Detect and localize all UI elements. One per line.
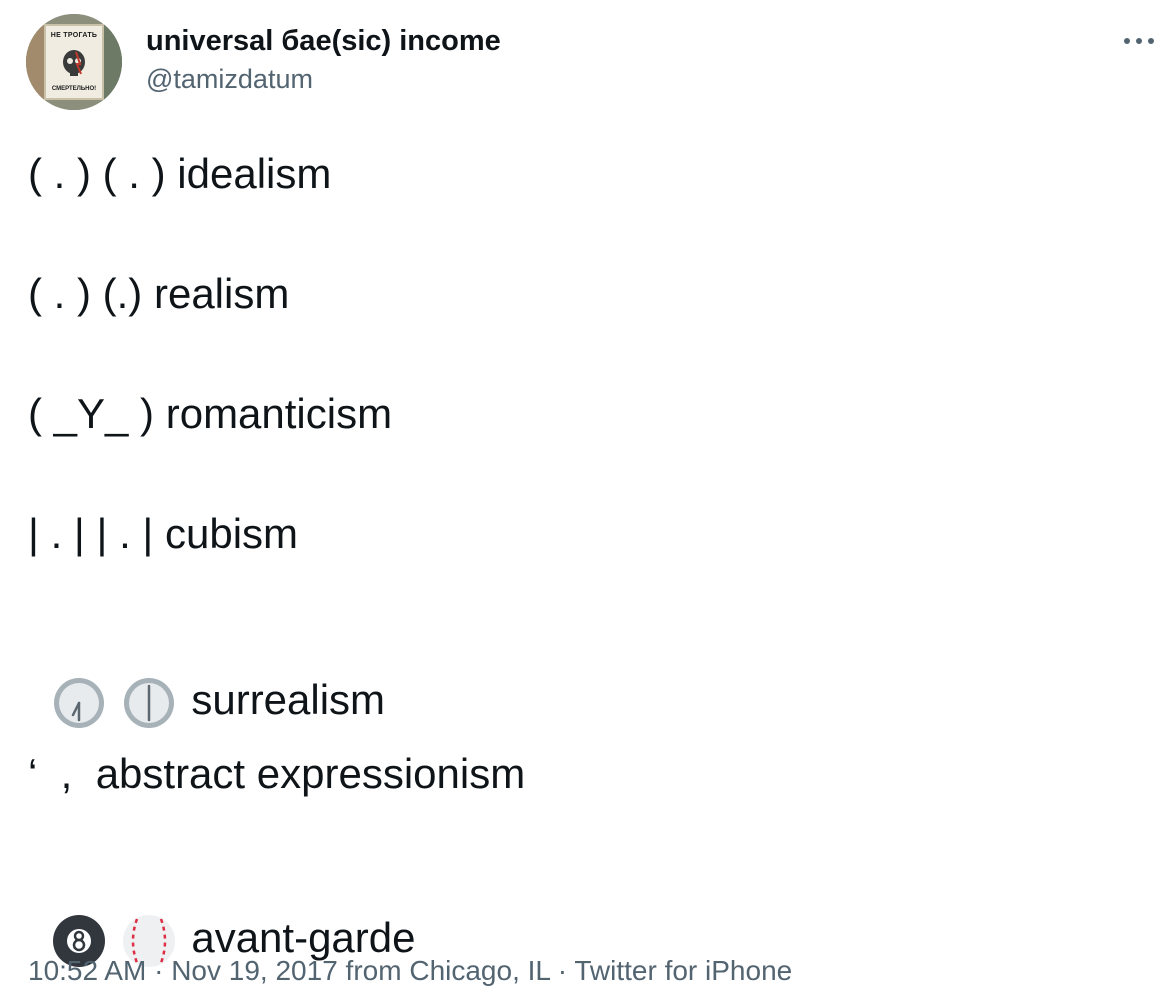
art-style-label: abstract expressionism bbox=[95, 750, 526, 797]
more-dot bbox=[1124, 38, 1130, 44]
more-dot bbox=[1136, 38, 1142, 44]
more-dot bbox=[1148, 38, 1154, 44]
avatar-text-top: НЕ ТРОГАТЬ bbox=[50, 32, 98, 39]
tweet-time-link[interactable]: 10:52 AM bbox=[28, 955, 146, 986]
user-handle[interactable]: @tamizdatum bbox=[146, 64, 313, 95]
meta-separator: · bbox=[146, 955, 172, 986]
ascii-art: | . | | . | bbox=[28, 510, 165, 557]
avatar-poster: НЕ ТРОГАТЬ СМЕРТЕЛЬНО! bbox=[44, 24, 104, 100]
ascii-art: ( . ) (.) bbox=[28, 270, 154, 317]
art-style-label: romanticism bbox=[165, 390, 393, 437]
art-style-label: surrealism bbox=[191, 676, 386, 724]
ascii-art: ‘ , bbox=[28, 750, 96, 797]
meta-from: from bbox=[337, 955, 410, 986]
source-link[interactable]: Twitter for iPhone bbox=[574, 955, 792, 986]
clock-seven-icon bbox=[54, 678, 105, 728]
tweet-line: surrealism bbox=[28, 627, 385, 731]
tweet-meta: 10:52 AM · Nov 19, 2017 from Chicago, IL… bbox=[28, 955, 792, 987]
display-name[interactable]: universal бae(sic) income bbox=[146, 25, 501, 58]
ascii-art: ( . ) ( . ) bbox=[28, 150, 178, 197]
art-style-label: realism bbox=[153, 270, 290, 317]
skull-icon bbox=[63, 50, 85, 76]
tweet-line: ( _Y_ ) romanticism bbox=[28, 390, 392, 438]
more-options-icon[interactable] bbox=[1122, 26, 1156, 56]
tweet-line: ‘ , abstract expressionism bbox=[28, 750, 525, 798]
ascii-art: ( _Y_ ) bbox=[28, 390, 166, 437]
art-style-label: cubism bbox=[165, 510, 299, 557]
tweet-line: ( . ) (.) realism bbox=[28, 270, 289, 318]
tweet-line: | . | | . | cubism bbox=[28, 510, 298, 558]
location-link[interactable]: Chicago, IL bbox=[409, 955, 550, 986]
tweet-line: ( . ) ( . ) idealism bbox=[28, 150, 331, 198]
meta-separator: · bbox=[549, 955, 575, 986]
tweet-date-link[interactable]: Nov 19, 2017 bbox=[171, 955, 338, 986]
avatar-text-bottom: СМЕРТЕЛЬНО! bbox=[51, 86, 97, 92]
avatar[interactable]: НЕ ТРОГАТЬ СМЕРТЕЛЬНО! bbox=[26, 14, 122, 110]
art-style-label: idealism bbox=[177, 150, 332, 197]
tweet-line: avant-garde bbox=[28, 865, 416, 969]
clock-six-icon bbox=[124, 678, 175, 728]
